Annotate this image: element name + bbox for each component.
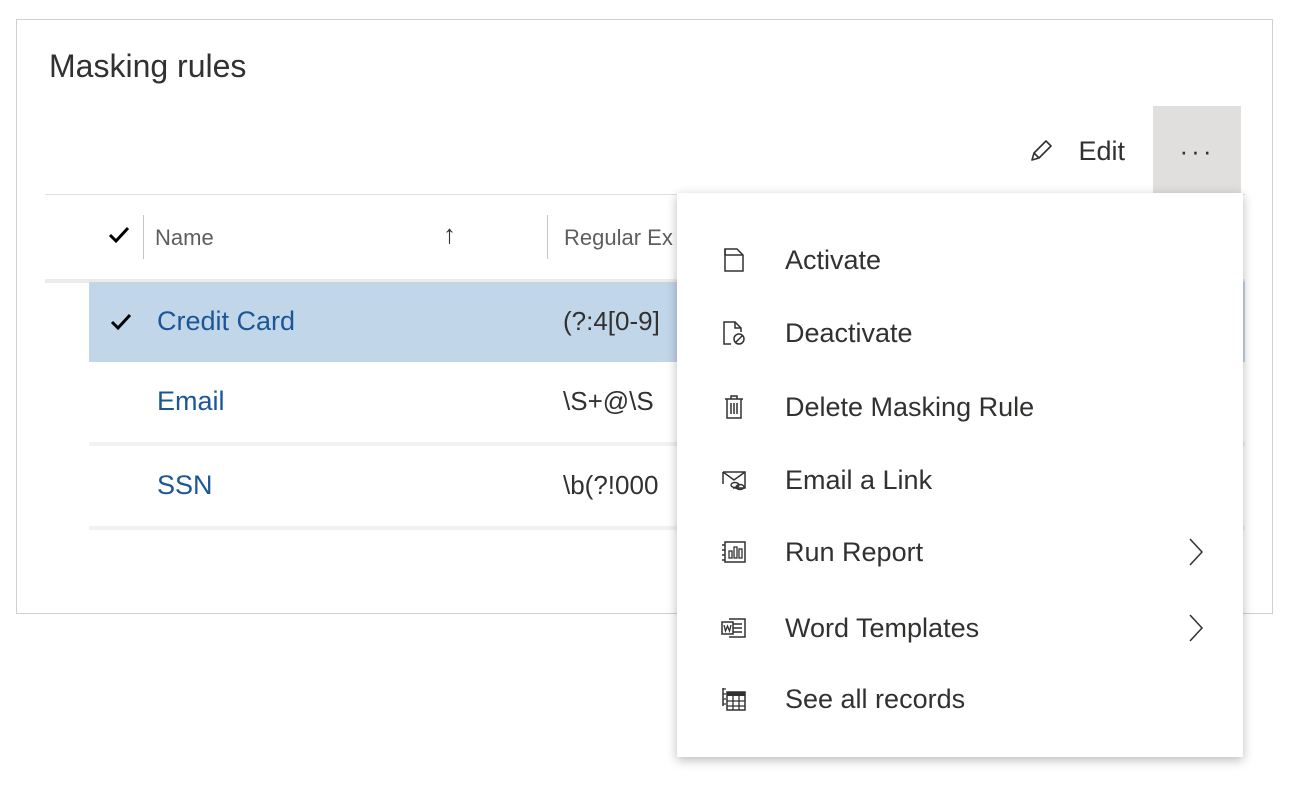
menu-item-label: Run Report (785, 536, 924, 567)
rule-regex: \S+@\S (563, 386, 654, 416)
command-bar: Edit ··· (1026, 106, 1241, 196)
rule-regex: \b(?!000 (563, 470, 659, 500)
row-checkmark-icon[interactable] (109, 310, 133, 334)
menu-item-label: Email a Link (785, 464, 933, 495)
activate-icon (721, 246, 747, 274)
menu-item-word-templates[interactable]: Word Templates (677, 592, 1243, 664)
menu-item-label: See all records (785, 683, 966, 714)
column-header-regex[interactable]: Regular Ex (564, 225, 673, 251)
column-divider (547, 215, 548, 259)
menu-item-label: Delete Masking Rule (785, 391, 1035, 422)
rule-name-link[interactable]: Email (157, 386, 225, 417)
edit-label: Edit (1078, 135, 1125, 166)
email-link-icon (721, 466, 747, 494)
more-commands-button[interactable]: ··· (1153, 106, 1241, 196)
menu-item-delete-masking-rule[interactable]: Delete Masking Rule (677, 371, 1243, 443)
word-template-icon (721, 614, 747, 642)
more-commands-menu: Activate Deactivate Delete Masking Rule (677, 193, 1243, 757)
menu-item-activate[interactable]: Activate (677, 224, 1243, 296)
pencil-icon (1026, 136, 1056, 166)
menu-item-label: Deactivate (785, 317, 913, 348)
column-divider (143, 215, 144, 259)
select-all-checkmark-icon[interactable] (107, 223, 131, 247)
menu-item-deactivate[interactable]: Deactivate (677, 297, 1243, 369)
trash-icon (721, 393, 747, 421)
menu-item-see-all-records[interactable]: See all records (677, 663, 1243, 735)
menu-item-email-a-link[interactable]: Email a Link (677, 444, 1243, 516)
menu-item-label: Word Templates (785, 612, 980, 643)
menu-item-label: Activate (785, 244, 882, 275)
rule-name-link[interactable]: Credit Card (157, 306, 295, 337)
panel-title: Masking rules (49, 48, 247, 84)
deactivate-icon (721, 319, 747, 347)
edit-button[interactable]: Edit (1026, 106, 1153, 196)
report-icon (721, 538, 747, 566)
rule-regex: (?:4[0-9] (563, 306, 660, 336)
chevron-right-icon (1187, 537, 1205, 567)
menu-item-run-report[interactable]: Run Report (677, 516, 1243, 588)
column-header-name[interactable]: Name (155, 225, 214, 251)
chevron-right-icon (1187, 613, 1205, 643)
sort-ascending-icon[interactable]: ↑ (443, 219, 456, 250)
rule-name-link[interactable]: SSN (157, 470, 213, 501)
table-icon (721, 685, 747, 713)
